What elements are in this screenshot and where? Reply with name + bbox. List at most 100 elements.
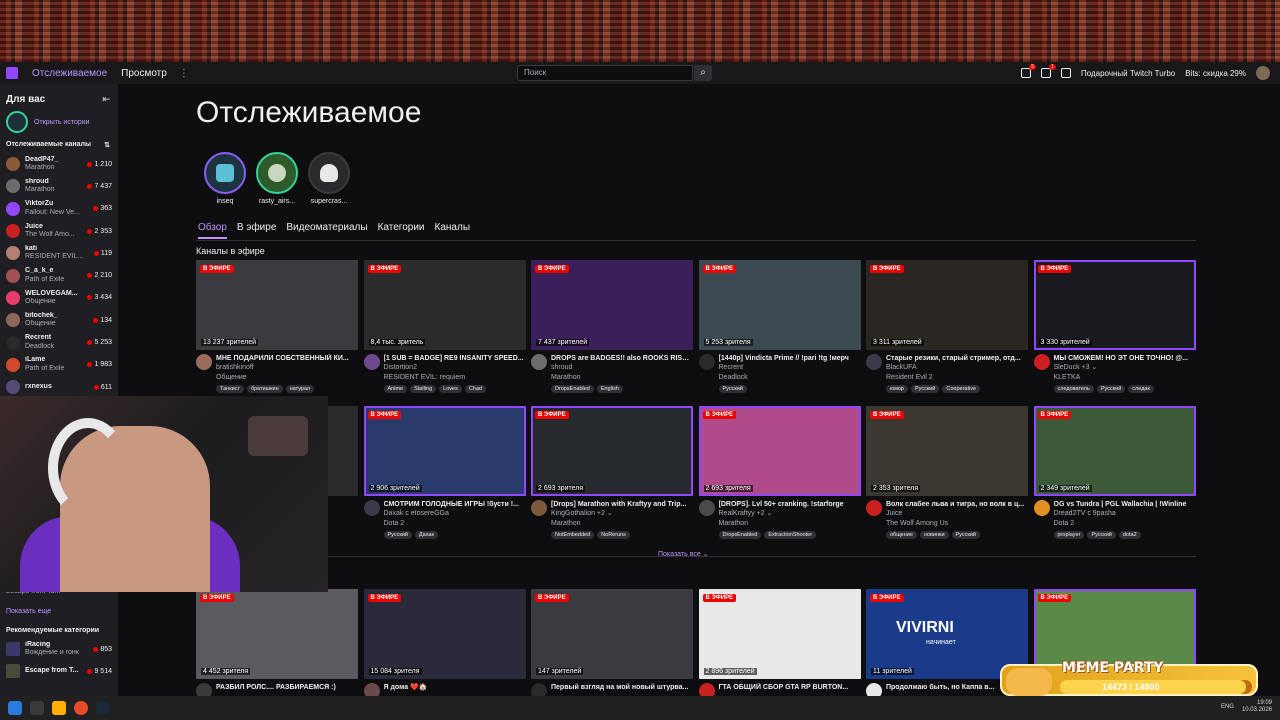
stream-thumbnail[interactable]: В ЭФИРЕ 5 253 зрителя [698,260,861,350]
recommended-category[interactable]: Escape from T... 9 514 [0,660,118,682]
channel-name[interactable]: bratishkinoff [216,363,358,372]
tag[interactable]: proplayer [1053,531,1085,540]
steam-icon[interactable] [96,701,110,715]
stream-thumbnail[interactable]: В ЭФИРЕ 147 зрителей [531,589,693,679]
channel-avatar[interactable] [1033,354,1050,370]
channel-avatar[interactable] [698,354,715,370]
story-item[interactable]: rasty_airs... [256,152,298,205]
tag[interactable]: натурал [285,385,315,394]
channel-avatar[interactable] [363,500,380,516]
stream-title[interactable]: ГТА ОБЩИЙ СБОР GTA RP BURTON... [719,683,861,692]
chrome-icon[interactable] [74,701,88,715]
stream-card[interactable]: В ЭФИРЕ 2 693 зрителя [DROPS]. Lvl 50+ cra… [698,406,861,540]
stream-thumbnail[interactable]: В ЭФИРЕ 7 437 зрителей [531,260,693,350]
sidebar-channel[interactable]: bitochek_ Общение 134 [0,309,118,331]
sidebar-channel[interactable]: C_a_k_e Path of Exile 2 210 [0,264,118,286]
stream-title[interactable]: МЫ СМОЖЕМ! НО ЭТ ОНЕ ТОЧНО! @... [1054,354,1196,363]
stream-card[interactable]: В ЭФИРЕ 147 зрителей Первый взгляд на мой … [531,589,693,699]
folder-icon[interactable] [52,701,66,715]
tag[interactable]: Русский [910,385,940,394]
channel-avatar[interactable] [531,500,547,516]
stream-thumbnail[interactable]: В ЭФИРЕ 2 906 зрителей [363,406,526,496]
sidebar-channel[interactable]: WELOVEGAM... Общение 3 434 [0,287,118,309]
tab-videos[interactable]: Видеоматериалы [286,222,367,239]
game-name[interactable]: Dota 2 [1054,519,1196,528]
nav-browse[interactable]: Просмотр [121,68,167,79]
stream-title[interactable]: [1440p] Vindicta Prime // !pari !tg !мер… [719,354,861,363]
game-name[interactable]: KLETKA [1054,373,1196,382]
tag[interactable]: Русский [951,531,980,540]
sort-icon[interactable]: ⇅ [104,141,110,149]
game-name[interactable]: Marathon [551,519,693,528]
game-name[interactable]: The Wolf Among Us [886,519,1028,528]
channel-avatar[interactable] [363,354,380,370]
stream-title[interactable]: Первый взгляд на мой новый штурва... [551,683,693,692]
stream-card[interactable]: В ЭФИРЕ 7 437 зрителей DROPS are BADGES!! … [531,260,693,394]
tag[interactable]: Loves [439,385,462,394]
stream-card[interactable]: В ЭФИРЕ 3 311 зрителей Старые резики, стар… [866,260,1028,394]
game-name[interactable]: Marathon [551,373,693,382]
recommended-category[interactable]: iRacing Вождение и гонк 853 [0,638,118,660]
tag[interactable]: общение [886,531,917,540]
stream-card[interactable]: В ЭФИРЕ 2 906 зрителей СМОТРИМ ГОЛОДНЫЕ ИГ… [363,406,526,540]
channel-avatar[interactable] [866,354,882,370]
story-item[interactable]: supercras... [308,152,350,205]
tag[interactable]: следак [1128,385,1154,394]
more-icon[interactable]: ⋮ [179,68,189,79]
stream-card[interactable]: В ЭФИРЕ 3 330 зрителей МЫ СМОЖЕМ! НО ЭТ ОН… [1033,260,1196,394]
tag[interactable]: следователь [1053,385,1094,394]
channel-name[interactable]: Dread2TV с 9pasha [1054,509,1196,518]
stream-title[interactable]: РАЗБИЛ РОЛС.... РАЗБИРАЕМСЯ :) [216,683,358,692]
tag[interactable]: DropsEnabled [718,531,762,540]
channel-avatar[interactable] [1033,500,1050,516]
sidebar-channel[interactable]: ViktorZu Fallout: New Ve... 363 [0,198,118,220]
sidebar-channel[interactable]: Recrent Deadlock 5 253 [0,331,118,353]
sidebar-channel[interactable]: Juice The Wolf Amo... 2 353 [0,220,118,242]
tab-live[interactable]: В эфире [237,222,277,239]
sidebar-channel[interactable]: DeadP47_ Marathon 1 210 [0,153,118,175]
game-name[interactable]: Общение [216,373,358,382]
turbo-gift-button[interactable]: Подарочный Twitch Turbo [1081,69,1175,78]
stream-card[interactable]: В ЭФИРЕ 8,4 тыс. зритель [1 SUB = BADGE] R… [363,260,526,394]
channel-name[interactable]: shroud [551,363,693,372]
stream-card[interactable]: В ЭФИРЕ 13 237 зрителей МНЕ ПОДАРИЛИ СОБСТ… [196,260,358,394]
channel-avatar[interactable] [196,354,212,370]
tag[interactable]: Cooperative [942,385,981,394]
search-icon[interactable]: ⌕ [694,65,712,81]
stream-thumbnail[interactable]: В ЭФИРЕ 2 349 зрителей [1033,406,1196,496]
stream-title[interactable]: СМОТРИМ ГОЛОДНЫЕ ИГРЫ !бусти !... [384,500,526,509]
stream-thumbnail[interactable]: В ЭФИРЕ 2 896 зрителей [698,589,861,679]
tag[interactable]: Anime [383,385,408,394]
stream-card[interactable]: В ЭФИРЕ 15 084 зрителя Я дома ❤️🏠 [363,589,526,699]
tag[interactable]: юмор [886,385,908,394]
tag[interactable]: Русский [383,531,412,540]
tab-categories[interactable]: Категории [378,222,425,239]
stream-card[interactable]: В ЭФИРЕ 5 253 зрителя [1440p] Vindicta Pri… [698,260,861,394]
tag[interactable]: Chad [464,385,486,394]
crown-icon[interactable]: 5 [1020,64,1036,78]
channel-name[interactable]: BlackUFA [886,363,1028,372]
open-stories[interactable]: Открыть истории [0,109,118,135]
stream-card[interactable]: В ЭФИРЕ 2 896 зрителей ГТА ОБЩИЙ СБОР GTA … [698,589,861,699]
stream-card[interactable]: В ЭФИРЕ 4 452 зрителя РАЗБИЛ РОЛС.... РАЗБ… [196,589,358,699]
stream-title[interactable]: DROPS are BADGES!! also ROOKS RISE ... [551,354,693,363]
stream-thumbnail[interactable]: В ЭФИРЕ 8,4 тыс. зритель [363,260,526,350]
channel-avatar[interactable] [866,500,882,516]
stream-title[interactable]: [Drops] Marathon with Kraftyy and Trip..… [551,500,693,509]
show-more-link[interactable]: Показать еще [0,604,118,619]
stream-title[interactable]: МНЕ ПОДАРИЛИ СОБСТВЕННЫЙ КИ... [216,354,358,363]
tag[interactable]: братишкин [246,385,283,394]
channel-name[interactable]: Juice [886,509,1028,518]
channel-name[interactable]: Recrent [719,363,861,372]
channel-avatar[interactable] [698,500,715,516]
tag[interactable]: Stalling [410,385,437,394]
stream-thumbnail[interactable]: В ЭФИРЕ 4 452 зрителя [196,589,358,679]
game-name[interactable]: Dota 2 [384,519,526,528]
tag[interactable]: Танкист [216,385,244,394]
tag[interactable]: Русский [1087,531,1116,540]
notifications-icon[interactable]: 1 [1040,64,1056,78]
sidebar-channel[interactable]: iLame Path of Exile 1 983 [0,354,118,376]
search-input[interactable]: Поиск [517,65,693,81]
twitch-logo-icon[interactable] [6,67,18,79]
clock[interactable]: 19:09 10.03.2026 [1242,700,1272,714]
